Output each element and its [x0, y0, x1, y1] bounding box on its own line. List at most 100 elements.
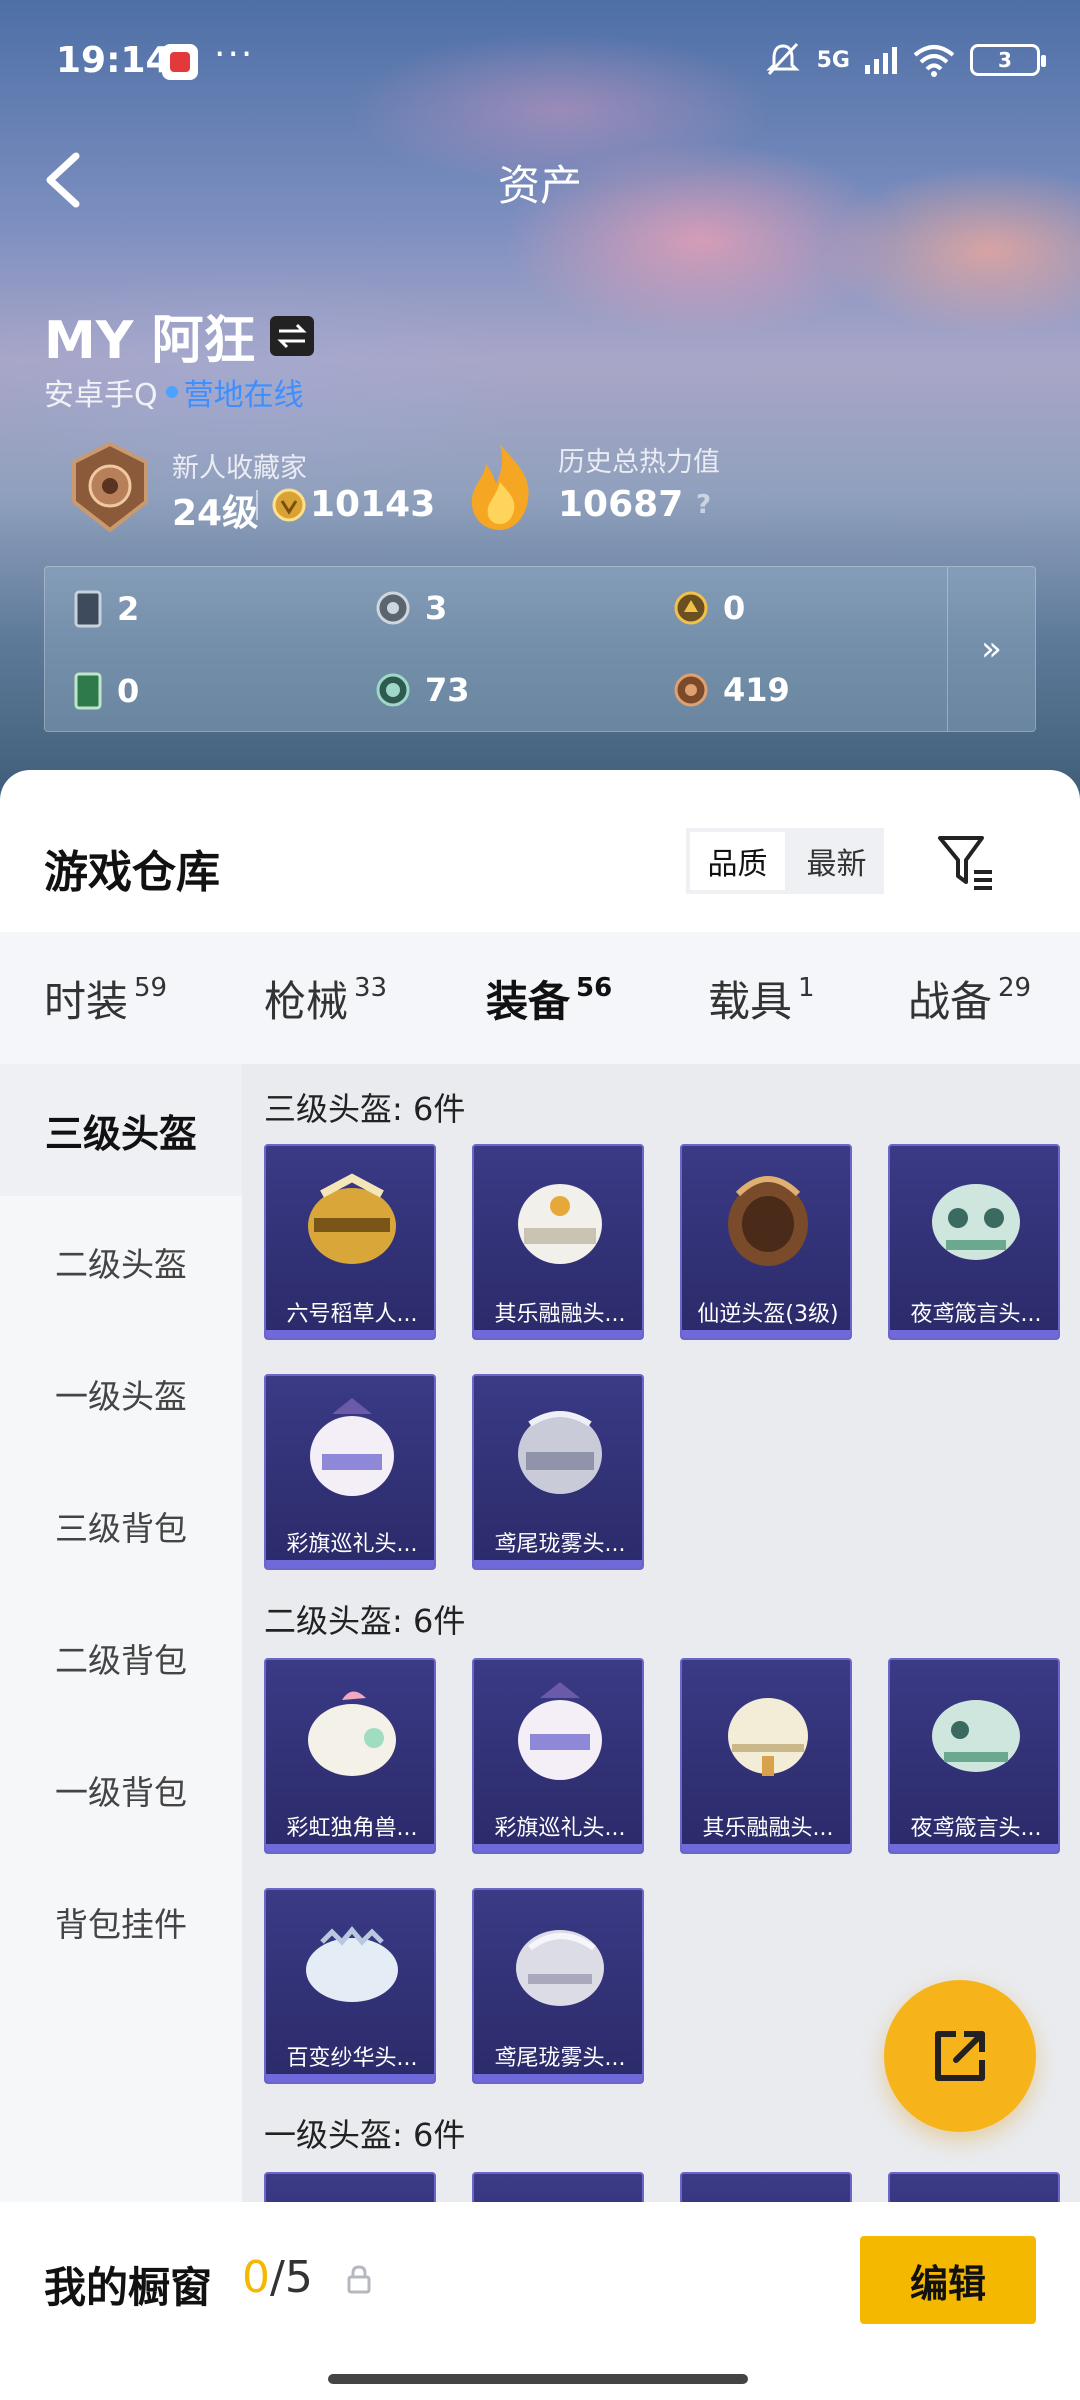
rarity-bar: [266, 1560, 434, 1568]
item-card[interactable]: 其乐融融头...: [680, 1658, 852, 1854]
helmet-icon: [518, 1184, 602, 1264]
rarity-bar: [266, 2074, 434, 2082]
item-card[interactable]: 其乐融融头...: [472, 1144, 644, 1340]
item-card[interactable]: 仙逆头盔(3级): [680, 1144, 852, 1340]
tab-guns[interactable]: 枪械 33: [264, 932, 387, 1064]
tab-vehicles[interactable]: 载具 1: [708, 932, 815, 1064]
heat-flame-icon: [471, 444, 529, 530]
heat-value: 10687: [558, 484, 684, 525]
item-name: 仙逆头盔(3级): [697, 1302, 839, 1327]
rarity-bar: [474, 2074, 642, 2082]
collector-coin-icon: [272, 488, 306, 522]
subcategory-item[interactable]: 一级背包: [0, 1724, 242, 1856]
sort-toggle: 品质 最新: [686, 828, 884, 894]
subcategory-list: 三级头盔 二级头盔 一级头盔 三级背包 二级背包 一级背包 背包挂件: [0, 1064, 242, 2400]
switch-account-icon[interactable]: [269, 315, 314, 356]
item-grid: 三级头盔: 6件 六号稻草人... 其乐融融头... 仙逆头盔(3级) 夜鸢箴言…: [242, 1064, 1080, 2400]
card-icon: [74, 590, 102, 628]
rarity-bar: [682, 1330, 850, 1338]
item-name: 夜鸢箴言头...: [910, 1816, 1042, 1841]
item-card[interactable]: 夜鸢箴言头...: [888, 1658, 1060, 1854]
platform-line: 安卓手Q 营地在线: [44, 370, 304, 414]
subcategory-item[interactable]: 三级头盔: [0, 1064, 242, 1196]
tab-gear[interactable]: 战备 29: [908, 932, 1031, 1064]
item-name: 百变纱华头...: [286, 2046, 418, 2071]
gem-icon: [376, 673, 410, 707]
green-card-icon: [74, 672, 102, 710]
stat-green-card[interactable]: 0: [73, 671, 139, 711]
section-title: 二级头盔: 6件: [264, 1602, 466, 1640]
tab-equipment[interactable]: 装备 56: [486, 932, 612, 1064]
helmet-icon: [932, 1700, 1020, 1772]
stat-gem[interactable]: 73: [375, 671, 470, 709]
filter-icon[interactable]: [936, 832, 996, 892]
subcategory-item[interactable]: 三级背包: [0, 1460, 242, 1592]
tab-outfit[interactable]: 时装 59: [44, 932, 167, 1064]
item-card[interactable]: 彩旗巡礼头...: [264, 1374, 436, 1570]
subcategory-item[interactable]: 背包挂件: [0, 1856, 242, 1988]
item-name: 鸢尾珑雾头...: [494, 1532, 626, 1557]
item-name: 六号稻草人...: [286, 1302, 418, 1327]
tab-count: 1: [798, 973, 815, 1003]
help-icon[interactable]: ?: [696, 490, 711, 520]
item-card[interactable]: 百变纱华头...: [264, 1888, 436, 2084]
stat-card[interactable]: 2: [73, 589, 139, 629]
helmet-icon: [306, 1926, 398, 2002]
showcase-bar: 我的橱窗 0/5 编辑: [0, 2202, 1080, 2400]
lock-icon: [347, 2265, 371, 2294]
share-button[interactable]: [884, 1980, 1036, 2132]
rarity-bar: [474, 1560, 642, 1568]
level-divider: [256, 490, 258, 520]
helmet-icon: [516, 1930, 604, 2006]
stat-value: 419: [723, 671, 790, 709]
warehouse-sheet: 游戏仓库 品质 最新 时装 59 枪械 33 装备 56 载具 1 战备 29 三级头盔 …: [0, 770, 1080, 2400]
helmet-icon: [308, 1173, 396, 1264]
tab-label: 战备: [908, 976, 993, 1026]
stat-value: 3: [425, 589, 448, 627]
bronze-coin-icon: [674, 673, 708, 707]
more-notifications-icon: ···: [214, 34, 255, 75]
battery-indicator: 3: [970, 44, 1046, 76]
item-name: 其乐融融头...: [702, 1816, 834, 1841]
item-card[interactable]: 夜鸢箴言头...: [888, 1144, 1060, 1340]
item-card[interactable]: 彩旗巡礼头...: [472, 1658, 644, 1854]
stats-more-button[interactable]: »: [947, 567, 1035, 731]
rarity-bar: [682, 1844, 850, 1852]
showcase-current: 0: [242, 2252, 270, 2303]
showcase-label: 我的橱窗: [44, 2263, 213, 2312]
section-title: 一级头盔: 6件: [264, 2116, 466, 2154]
home-indicator[interactable]: [328, 2374, 748, 2384]
subcategory-item[interactable]: 二级背包: [0, 1592, 242, 1724]
gold-medal-icon: [674, 591, 708, 625]
edit-button[interactable]: 编辑: [860, 2236, 1036, 2324]
stat-silver[interactable]: 3: [375, 589, 447, 627]
profile-hero: 19:14 ··· 5G 3 资产 MY 阿狂 安卓手Q 营地在线 新人收藏家 …: [0, 0, 1080, 800]
item-card[interactable]: 鸢尾珑雾头...: [472, 1374, 644, 1570]
heat-label: 历史总热力值: [558, 447, 720, 478]
sort-newest[interactable]: 最新: [789, 828, 884, 894]
rarity-bar: [266, 1844, 434, 1852]
stat-bronze[interactable]: 419: [673, 671, 790, 709]
username: MY 阿狂: [44, 298, 314, 373]
helmet-icon: [518, 1411, 602, 1494]
item-card[interactable]: 彩虹独角兽...: [264, 1658, 436, 1854]
tab-count: 56: [576, 973, 613, 1003]
subcategory-item[interactable]: 一级头盔: [0, 1328, 242, 1460]
item-card[interactable]: 六号稻草人...: [264, 1144, 436, 1340]
item-name: 彩虹独角兽...: [286, 1816, 418, 1841]
category-tabs: 时装 59 枪械 33 装备 56 载具 1 战备 29: [0, 932, 1080, 1204]
network-type: 5G: [816, 47, 850, 73]
stat-value: 73: [425, 671, 470, 709]
collector-title: 新人收藏家: [172, 453, 307, 484]
tab-label: 枪械: [264, 976, 349, 1026]
username-text: MY 阿狂: [44, 311, 256, 371]
helmet-icon: [518, 1682, 602, 1780]
subcategory-item[interactable]: 二级头盔: [0, 1196, 242, 1328]
sort-quality[interactable]: 品质: [690, 832, 785, 890]
item-name: 彩旗巡礼头...: [286, 1532, 418, 1557]
stat-gold[interactable]: 0: [673, 589, 745, 627]
asset-stats-panel: 2 3 0 0 73 419 »: [44, 566, 1036, 732]
item-name: 鸢尾珑雾头...: [494, 2046, 626, 2071]
warehouse-title: 游戏仓库: [44, 847, 220, 898]
item-card[interactable]: 鸢尾珑雾头...: [472, 1888, 644, 2084]
